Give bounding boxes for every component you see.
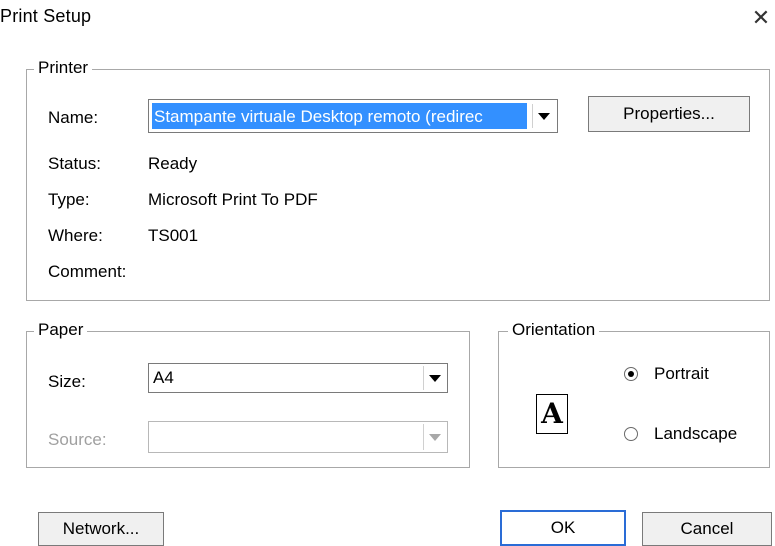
properties-button[interactable]: Properties... [588, 96, 750, 132]
landscape-radio[interactable] [624, 427, 638, 441]
paper-size-label: Size: [48, 372, 86, 391]
paper-group-legend: Paper [34, 320, 88, 340]
cancel-button[interactable]: Cancel [642, 512, 772, 546]
where-value: TS001 [148, 226, 199, 245]
paper-source-label: Source: [48, 430, 107, 449]
chevron-down-icon [423, 424, 445, 450]
close-icon[interactable]: ✕ [747, 4, 775, 32]
chevron-down-icon[interactable] [423, 366, 445, 390]
type-value: Microsoft Print To PDF [148, 190, 318, 209]
paper-size-value: A4 [153, 368, 174, 387]
status-value: Ready [148, 154, 198, 173]
comment-label: Comment: [48, 262, 127, 281]
printer-name-dropdown[interactable]: Stampante virtuale Desktop remoto (redir… [148, 99, 558, 133]
portrait-page-icon: A [536, 394, 568, 434]
page-letter-glyph: A [541, 397, 563, 430]
network-button[interactable]: Network... [38, 512, 164, 546]
status-label: Status: [48, 154, 101, 173]
type-label: Type: [48, 190, 90, 209]
orientation-group-legend: Orientation [508, 320, 600, 340]
portrait-radio[interactable] [624, 367, 638, 381]
printer-name-selected-text: Stampante virtuale Desktop remoto (redir… [152, 103, 527, 129]
paper-source-dropdown [148, 421, 448, 453]
chevron-down-icon[interactable] [532, 104, 554, 128]
dialog-title: Print Setup [0, 6, 92, 26]
landscape-label[interactable]: Landscape [654, 423, 737, 445]
portrait-label[interactable]: Portrait [654, 363, 709, 385]
where-label: Where: [48, 226, 103, 245]
paper-size-dropdown[interactable]: A4 [148, 363, 448, 393]
printer-group-legend: Printer [34, 58, 93, 78]
ok-button[interactable]: OK [500, 510, 626, 546]
printer-name-label: Name: [48, 108, 99, 127]
